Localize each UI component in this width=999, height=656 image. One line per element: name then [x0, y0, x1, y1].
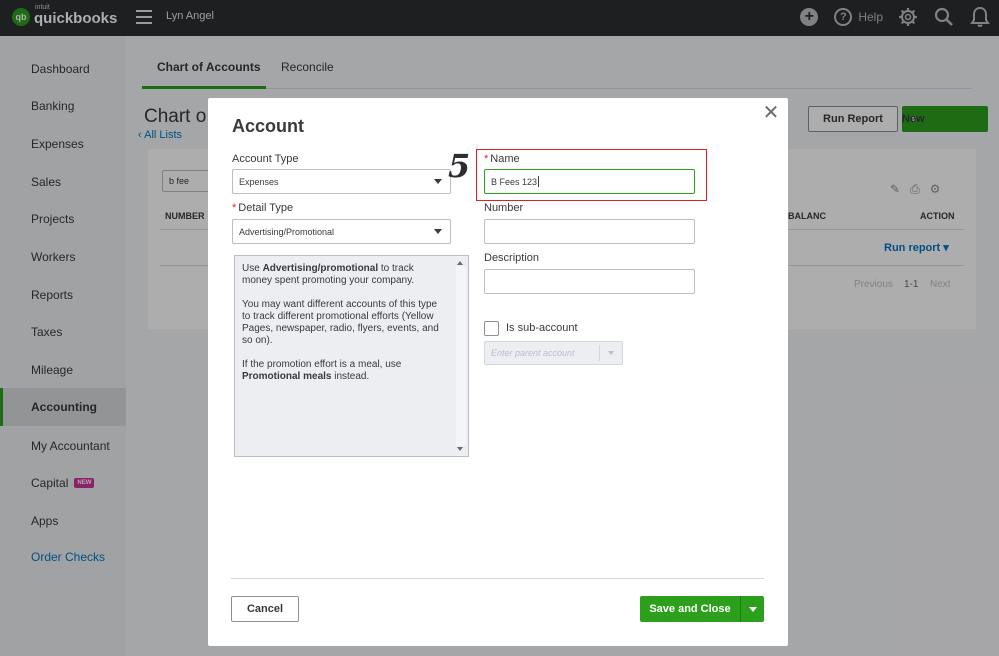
detail-type-select[interactable]: Advertising/Promotional	[232, 219, 451, 244]
caret-down-icon	[434, 179, 442, 184]
chevron-down-icon[interactable]	[740, 596, 764, 622]
description-label: Description	[484, 252, 540, 264]
sub-account-label: Is sub-account	[506, 322, 578, 334]
modal-title: Account	[232, 116, 304, 136]
name-label: * Name	[484, 153, 520, 165]
description-paragraph: Use Advertising/promotional to track mon…	[242, 263, 415, 286]
step-number-badge: 5	[448, 147, 471, 185]
description-input[interactable]	[484, 269, 695, 294]
account-modal: Account ✕ Account Type Expenses * Detail …	[208, 98, 788, 646]
required-marker: *	[232, 202, 237, 214]
name-input[interactable]: B Fees 123	[484, 169, 695, 194]
account-type-label: Account Type	[232, 153, 299, 165]
select-divider	[599, 345, 600, 361]
detail-type-label: * Detail Type	[232, 202, 293, 214]
detail-type-label-text: Detail Type	[238, 202, 294, 214]
caret-down-icon	[434, 229, 442, 234]
detail-type-value: Advertising/Promotional	[239, 226, 335, 237]
description-scrollbar[interactable]	[456, 266, 466, 446]
save-and-close-button[interactable]: Save and Close	[640, 596, 764, 622]
caret-down-icon	[608, 351, 614, 355]
sub-account-checkbox[interactable]	[484, 321, 499, 336]
close-icon[interactable]: ✕	[762, 103, 780, 123]
scroll-down-icon[interactable]	[457, 447, 463, 451]
detail-type-description: Use Advertising/promotional to track mon…	[234, 255, 469, 457]
parent-account-placeholder: Enter parent account	[491, 348, 575, 358]
account-type-select[interactable]: Expenses	[232, 169, 451, 194]
scroll-up-icon[interactable]	[457, 261, 463, 265]
save-and-close-label: Save and Close	[649, 603, 731, 615]
description-paragraph: If the promotion effort is a meal, use P…	[242, 359, 402, 382]
footer-divider	[231, 578, 764, 579]
name-input-value: B Fees 123	[491, 176, 538, 187]
number-input[interactable]	[484, 219, 695, 244]
text-cursor	[538, 176, 540, 187]
name-label-text: Name	[490, 153, 520, 165]
description-paragraph: You may want different accounts of this …	[242, 299, 439, 346]
parent-account-select: Enter parent account	[484, 341, 623, 365]
number-label: Number	[484, 202, 524, 214]
account-type-value: Expenses	[239, 176, 279, 187]
cancel-button[interactable]: Cancel	[231, 596, 299, 622]
required-marker: *	[484, 153, 489, 165]
